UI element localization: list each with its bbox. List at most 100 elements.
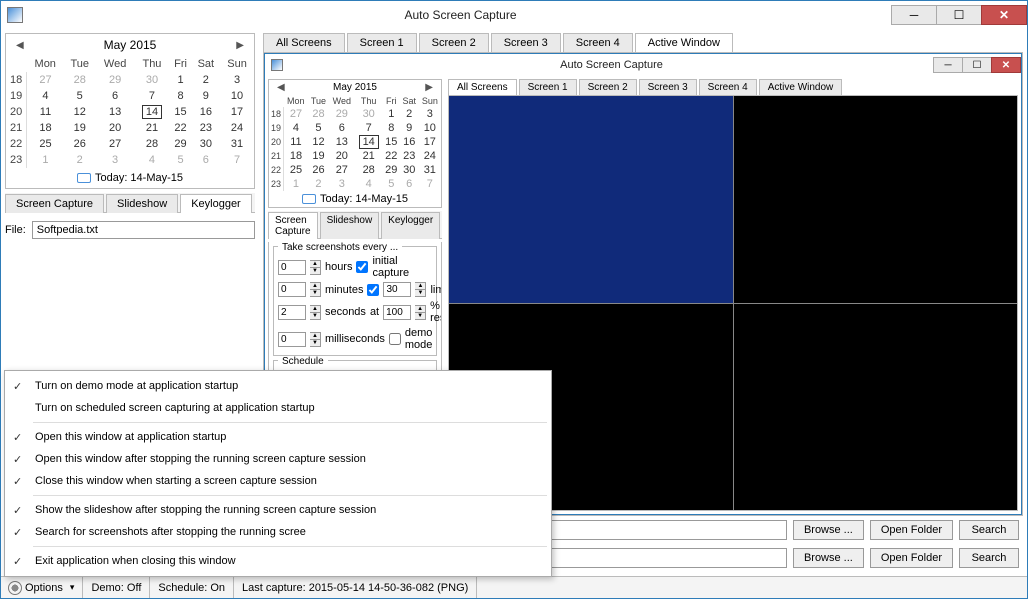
menu-item[interactable]: ✓Exit application when closing this wind… [5,550,551,572]
cal-day[interactable]: 14 [355,135,383,149]
tab-keylogger[interactable]: Keylogger [180,194,252,213]
cal-day[interactable]: 26 [64,136,96,152]
cal-day[interactable]: 2 [192,72,221,88]
cal-day[interactable]: 5 [64,88,96,104]
cal-day[interactable]: 30 [134,72,169,88]
limit-checkbox[interactable] [367,284,379,296]
cal-day[interactable]: 13 [96,104,135,120]
menu-item[interactable]: ✓Open this window at application startup [5,426,551,448]
menu-item[interactable]: ✓Search for screenshots after stopping t… [5,521,551,543]
tab-screen 1[interactable]: Screen 1 [347,33,417,52]
cal-day[interactable]: 25 [284,163,308,177]
inner-cal-next-icon[interactable]: ▶ [421,82,437,93]
cal-day[interactable]: 26 [308,163,329,177]
cal-day[interactable]: 3 [220,72,254,88]
tab-active window[interactable]: Active Window [759,79,843,95]
ms-spinner[interactable] [278,332,306,347]
menu-item[interactable]: ✓Turn on demo mode at application startu… [5,375,551,397]
minimize-button[interactable] [891,5,937,25]
open-folder-button-1[interactable]: Open Folder [870,520,953,540]
cal-day[interactable]: 28 [355,163,383,177]
options-button[interactable]: Options [1,577,83,598]
cal-day[interactable]: 12 [64,104,96,120]
cal-day[interactable]: 30 [400,163,419,177]
cal-day[interactable]: 24 [419,149,441,163]
browse-button-1[interactable]: Browse ... [793,520,864,540]
cal-day[interactable]: 7 [419,177,441,191]
cal-day[interactable]: 1 [284,177,308,191]
limit-spinner[interactable] [383,282,411,297]
demo-mode-checkbox[interactable] [389,333,401,345]
seconds-spinner[interactable] [278,305,306,320]
cal-day[interactable]: 21 [134,120,169,136]
cal-day[interactable]: 3 [419,107,441,121]
cal-day[interactable]: 3 [329,177,355,191]
open-folder-button-2[interactable]: Open Folder [870,548,953,568]
cal-day[interactable]: 28 [308,107,329,121]
cal-day[interactable]: 27 [27,72,64,88]
maximize-button[interactable] [936,5,982,25]
cal-day[interactable]: 7 [220,152,254,168]
cal-day[interactable]: 18 [27,120,64,136]
tab-slideshow[interactable]: Slideshow [106,194,178,213]
cal-day[interactable]: 29 [96,72,135,88]
cal-day[interactable]: 13 [329,135,355,149]
tab-all screens[interactable]: All Screens [263,33,345,52]
inner-close-button[interactable] [991,57,1021,73]
file-input[interactable] [32,221,255,239]
cal-day[interactable]: 29 [169,136,191,152]
cal-day[interactable]: 29 [383,163,400,177]
cal-day[interactable]: 12 [308,135,329,149]
cal-day[interactable]: 17 [419,135,441,149]
cal-day[interactable]: 2 [64,152,96,168]
calendar[interactable]: ◀ May 2015 ▶ MonTueWedThuFriSatSun182728… [5,33,255,189]
cal-day[interactable]: 8 [383,121,400,135]
tab-screen 4[interactable]: Screen 4 [563,33,633,52]
close-button[interactable] [981,5,1027,25]
cal-day[interactable]: 20 [329,149,355,163]
inner-maximize-button[interactable] [962,57,992,73]
cal-day[interactable]: 16 [400,135,419,149]
cal-day[interactable]: 23 [400,149,419,163]
cal-day[interactable]: 21 [355,149,383,163]
cal-day[interactable]: 27 [329,163,355,177]
cal-day[interactable]: 17 [220,104,254,120]
cal-day[interactable]: 30 [192,136,221,152]
tab-active window[interactable]: Active Window [635,33,733,52]
tab-screen 2[interactable]: Screen 2 [419,33,489,52]
cal-day[interactable]: 27 [284,107,308,121]
cal-day[interactable]: 4 [134,152,169,168]
cal-day[interactable]: 29 [329,107,355,121]
cal-day[interactable]: 4 [27,88,64,104]
cal-day[interactable]: 31 [220,136,254,152]
cal-day[interactable]: 6 [192,152,221,168]
search-button-2[interactable]: Search [959,548,1019,568]
tab-screen 2[interactable]: Screen 2 [579,79,637,95]
cal-day[interactable]: 11 [27,104,64,120]
cal-day[interactable]: 10 [220,88,254,104]
inner-calendar[interactable]: ◀ May 2015 ▶ MonTueWedThuFriSatSun182728… [268,79,442,208]
cal-next-icon[interactable]: ▶ [232,40,248,51]
tab-screen capture[interactable]: Screen Capture [268,212,318,239]
cal-day[interactable]: 16 [192,104,221,120]
cal-day[interactable]: 28 [134,136,169,152]
tab-screen capture[interactable]: Screen Capture [5,194,104,213]
cal-day[interactable]: 19 [308,149,329,163]
cal-day[interactable]: 22 [169,120,191,136]
tab-screen 3[interactable]: Screen 3 [639,79,697,95]
hours-spinner[interactable] [278,260,306,275]
cal-prev-icon[interactable]: ◀ [12,40,28,51]
cal-day[interactable]: 5 [169,152,191,168]
cal-day[interactable]: 1 [169,72,191,88]
search-button-1[interactable]: Search [959,520,1019,540]
inner-cal-today-link[interactable]: Today: 14-May-15 [269,191,441,207]
cal-day[interactable]: 15 [169,104,191,120]
cal-day[interactable]: 28 [64,72,96,88]
cal-day[interactable]: 9 [192,88,221,104]
cal-day[interactable]: 31 [419,163,441,177]
cal-day[interactable]: 20 [96,120,135,136]
menu-item[interactable]: Turn on scheduled screen capturing at ap… [5,397,551,419]
minutes-spinner[interactable] [278,282,306,297]
cal-day[interactable]: 7 [355,121,383,135]
cal-day[interactable]: 14 [134,104,169,120]
